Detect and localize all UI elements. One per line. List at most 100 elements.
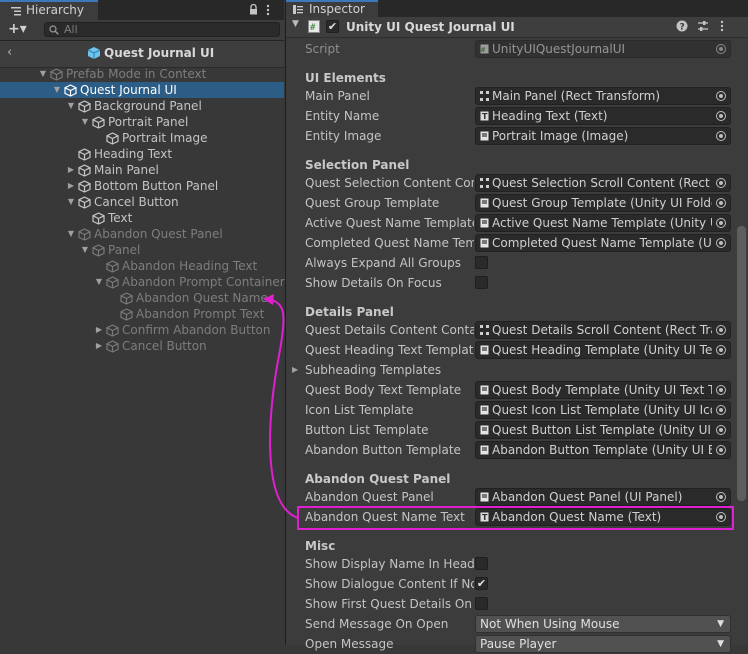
checkbox[interactable]	[475, 276, 488, 289]
add-button[interactable]: +▾	[8, 21, 27, 37]
hierarchy-row[interactable]: ▶ Cancel Button	[0, 338, 284, 354]
dropdown[interactable]: Not When Using Mouse ▼	[475, 615, 731, 633]
component-title: Unity UI Quest Journal UI	[346, 20, 515, 34]
object-picker-icon[interactable]	[716, 238, 726, 248]
hierarchy-row[interactable]: ▼ Abandon Quest Panel	[0, 226, 284, 242]
object-field[interactable]: Active Quest Name Template (Unity UI C	[475, 214, 731, 232]
hierarchy-toolbar: +▾ All	[0, 20, 284, 41]
gameobject-cube-icon	[78, 196, 91, 209]
foldout-collapsed-icon[interactable]: ▶	[94, 338, 104, 354]
object-field[interactable]: T Heading Text (Text)	[475, 107, 731, 125]
foldout-expanded-icon[interactable]: ▼	[80, 114, 90, 130]
checkbox[interactable]	[475, 256, 488, 269]
prop-label: Open Message	[305, 637, 394, 651]
object-picker-icon[interactable]	[716, 425, 726, 435]
preset-icon[interactable]	[697, 20, 709, 32]
prop-show-dialogue: Show Dialogue Content If No J ✔	[286, 574, 746, 594]
hierarchy-row[interactable]: ▼ Portrait Panel	[0, 114, 284, 130]
object-field[interactable]: Portrait Image (Image)	[475, 127, 731, 145]
gameobject-cube-icon	[92, 212, 105, 225]
help-icon[interactable]: ?	[676, 20, 688, 32]
foldout-expanded-icon[interactable]: ▼	[38, 66, 48, 82]
back-arrow-icon[interactable]: ‹	[7, 45, 12, 60]
hierarchy-row[interactable]: ▼ Abandon Prompt Container	[0, 274, 285, 290]
component-enabled-checkbox[interactable]: ✔	[326, 20, 339, 33]
prop-show-first-quest: Show First Quest Details On O	[286, 594, 746, 614]
gameobject-cube-icon	[106, 276, 119, 289]
foldout-expanded-icon[interactable]: ▼	[80, 242, 90, 258]
prop-qb-template: Quest Body Text Template Quest Body Templ…	[286, 380, 746, 400]
hierarchy-row[interactable]: ▶ Bottom Button Panel	[0, 178, 284, 194]
hierarchy-row[interactable]: Abandon Heading Text	[0, 258, 284, 274]
prop-script: Script # UnityUIQuestJournalUI	[286, 39, 746, 59]
object-field[interactable]: Completed Quest Name Template (Unity	[475, 234, 731, 252]
component-icon	[480, 445, 489, 455]
object-field[interactable]: Abandon Button Template (Unity UI Butt	[475, 441, 731, 459]
kebab-menu-icon[interactable]	[720, 20, 724, 32]
object-field[interactable]: Quest Heading Template (Unity UI Text	[475, 341, 731, 359]
object-picker-icon[interactable]	[716, 198, 726, 208]
hierarchy-row[interactable]: Text	[0, 210, 284, 226]
hierarchy-row[interactable]: Abandon Quest Name	[0, 290, 284, 306]
hierarchy-row[interactable]: ▼ Quest Journal UI	[0, 82, 284, 98]
hierarchy-row[interactable]: ▼ Background Panel	[0, 98, 284, 114]
object-picker-icon[interactable]	[716, 178, 726, 188]
checkbox[interactable]	[475, 597, 488, 610]
field-value: Active Quest Name Template (Unity UI C	[492, 216, 712, 230]
object-picker-icon[interactable]	[716, 111, 726, 121]
checkbox[interactable]	[475, 557, 488, 570]
foldout-collapsed-icon[interactable]: ▶	[66, 162, 76, 178]
rect-transform-icon	[480, 178, 489, 188]
object-picker-icon[interactable]	[716, 131, 726, 141]
object-field[interactable]: Quest Button List Template (Unity UI Bu	[475, 421, 731, 439]
hierarchy-row-label: Panel	[108, 243, 141, 257]
search-placeholder: All	[64, 23, 78, 36]
object-field[interactable]: Quest Details Scroll Content (Rect Trans	[475, 321, 731, 339]
hierarchy-row[interactable]: Abandon Prompt Text	[0, 306, 284, 322]
hierarchy-row[interactable]: ▼ Prefab Mode in Context	[0, 66, 284, 82]
inspector-tab[interactable]: Inspector	[286, 0, 378, 17]
component-foldout-arrow[interactable]: ▼	[292, 19, 299, 29]
prop-label: Script	[305, 42, 340, 56]
hierarchy-row[interactable]: Heading Text	[0, 146, 284, 162]
hierarchy-row[interactable]: ▶ Confirm Abandon Button	[0, 322, 284, 338]
text-icon: T	[480, 111, 489, 121]
foldout-expanded-icon[interactable]: ▼	[66, 98, 76, 114]
hierarchy-row[interactable]: ▶ Main Panel	[0, 162, 284, 178]
object-field[interactable]: Quest Selection Scroll Content (Rect Tra	[475, 174, 731, 192]
foldout-expanded-icon[interactable]: ▼	[66, 226, 76, 242]
checkbox-checked[interactable]: ✔	[475, 577, 488, 590]
foldout-expanded-icon[interactable]: ▼	[94, 274, 104, 290]
prop-subheading[interactable]: ▶ Subheading Templates	[286, 360, 746, 380]
gameobject-cube-icon	[50, 68, 63, 81]
object-field[interactable]: Quest Body Template (Unity UI Text Ter	[475, 381, 731, 399]
object-picker-icon[interactable]	[716, 218, 726, 228]
object-field[interactable]: Quest Group Template (Unity UI Foldout	[475, 194, 731, 212]
hierarchy-row-label: Quest Journal UI	[80, 83, 177, 97]
foldout-collapsed-icon[interactable]: ▶	[66, 178, 76, 194]
hierarchy-row[interactable]: ▼ Cancel Button	[0, 194, 284, 210]
object-picker-icon[interactable]	[716, 492, 726, 502]
object-field[interactable]: Abandon Quest Panel (UI Panel)	[475, 488, 731, 506]
kebab-menu-icon[interactable]	[266, 4, 270, 16]
prop-aqn-template: Active Quest Name Template Active Quest N…	[286, 213, 746, 233]
hierarchy-row[interactable]: ▼ Panel	[0, 242, 284, 258]
inspector-scrollbar[interactable]	[737, 226, 746, 501]
object-picker-icon[interactable]	[716, 91, 726, 101]
object-picker-icon[interactable]	[716, 325, 726, 335]
object-picker-icon	[716, 44, 726, 54]
foldout-expanded-icon[interactable]: ▼	[52, 82, 62, 98]
object-field[interactable]: Main Panel (Rect Transform)	[475, 87, 731, 105]
hierarchy-row[interactable]: Portrait Image	[0, 130, 284, 146]
foldout-expanded-icon[interactable]: ▼	[66, 194, 76, 210]
hierarchy-tab[interactable]: Hierarchy	[0, 0, 98, 20]
object-picker-icon[interactable]	[716, 385, 726, 395]
object-picker-icon[interactable]	[716, 345, 726, 355]
object-field[interactable]: Quest Icon List Template (Unity UI Icon	[475, 401, 731, 419]
object-picker-icon[interactable]	[716, 405, 726, 415]
object-picker-icon[interactable]	[716, 445, 726, 455]
lock-icon[interactable]	[249, 4, 258, 15]
dropdown[interactable]: Pause Player ▼	[475, 635, 731, 653]
foldout-collapsed-icon[interactable]: ▶	[94, 322, 104, 338]
search-input[interactable]: All	[44, 22, 280, 37]
